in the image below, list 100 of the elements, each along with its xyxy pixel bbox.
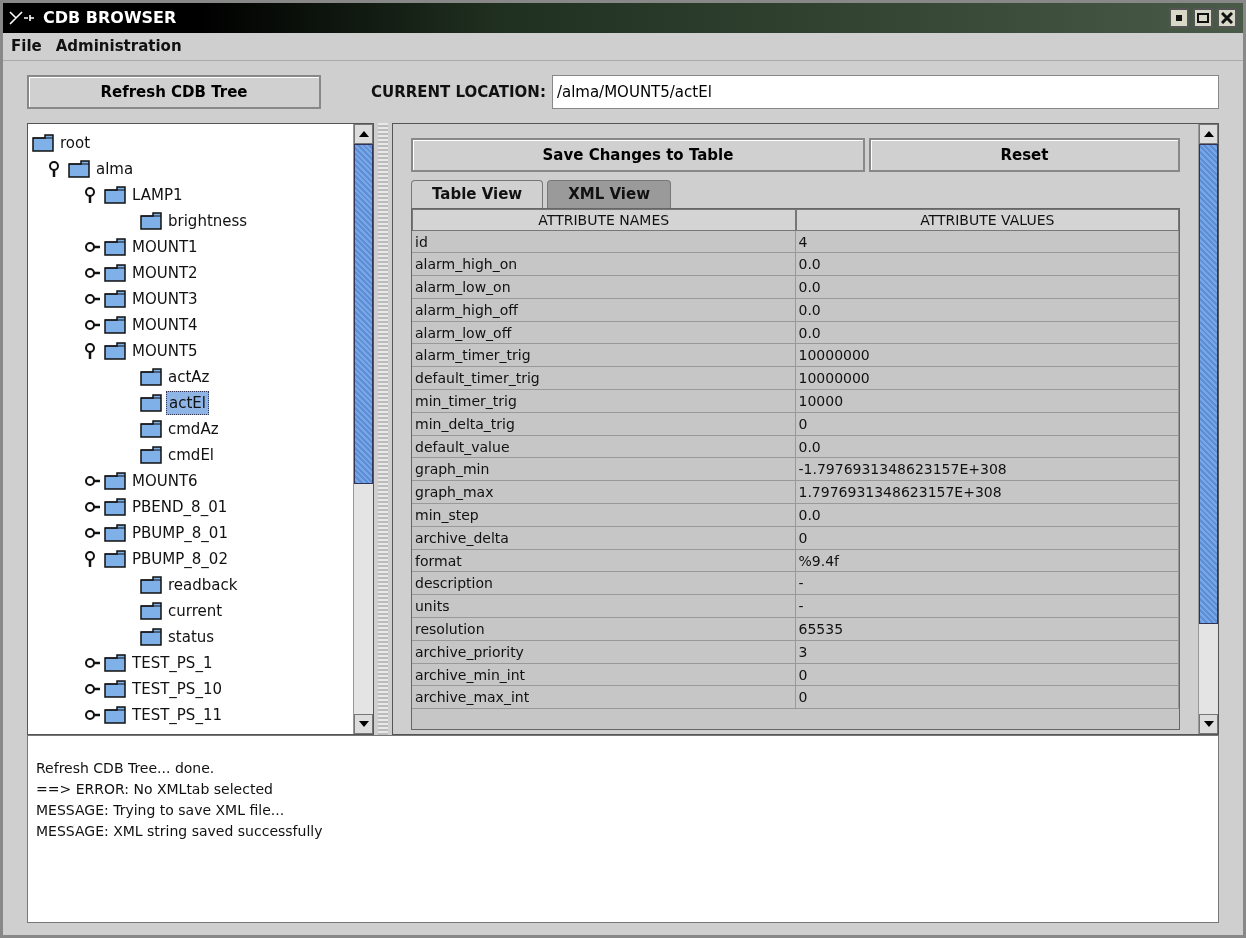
tree-node[interactable]: TEST_PS_11: [130, 703, 224, 727]
column-header[interactable]: ATTRIBUTE VALUES: [795, 208, 1179, 231]
tree-node[interactable]: actAz: [166, 365, 212, 389]
tree-node[interactable]: current: [166, 599, 225, 623]
tree-node[interactable]: PBEND_8_01: [130, 495, 230, 519]
tree-node[interactable]: PBUMP_8_01: [130, 521, 230, 545]
tree-node[interactable]: LAMP1: [130, 183, 185, 207]
table-cell[interactable]: %9.4f: [795, 549, 1179, 572]
folder-icon: [104, 290, 126, 308]
table-cell[interactable]: default_value: [412, 435, 796, 458]
table-cell[interactable]: alarm_high_on: [412, 253, 796, 276]
tab[interactable]: Table View: [411, 180, 544, 208]
tab[interactable]: XML View: [547, 180, 671, 208]
folder-icon: [104, 264, 126, 282]
table-cell[interactable]: units: [412, 595, 796, 618]
table-cell[interactable]: archive_min_int: [412, 663, 796, 686]
scrollbar[interactable]: [353, 124, 373, 734]
table-cell[interactable]: 10000000: [795, 367, 1179, 390]
scroll-thumb[interactable]: [1199, 144, 1218, 624]
tree-node[interactable]: MOUNT2: [130, 261, 200, 285]
tree-node[interactable]: MOUNT5: [130, 339, 200, 363]
scroll-down-button[interactable]: [354, 714, 373, 734]
tree-node[interactable]: MOUNT1: [130, 235, 200, 259]
close-button[interactable]: [1217, 8, 1237, 28]
table-cell[interactable]: alarm_high_off: [412, 298, 796, 321]
tree-node[interactable]: cmdAz: [166, 417, 221, 441]
tree-node[interactable]: root: [58, 131, 93, 155]
table-cell[interactable]: alarm_timer_trig: [412, 344, 796, 367]
minimize-button[interactable]: [1169, 8, 1189, 28]
app-menu-icon[interactable]: [9, 11, 35, 25]
table-cell[interactable]: 65535: [795, 618, 1179, 640]
save-button[interactable]: Save Changes to Table: [411, 138, 865, 172]
table-cell[interactable]: graph_min: [412, 458, 796, 481]
tree-node[interactable]: cmdEl: [166, 443, 217, 467]
scroll-down-button[interactable]: [1199, 714, 1218, 734]
tree-node[interactable]: actEl: [166, 390, 209, 416]
table-cell[interactable]: default_timer_trig: [412, 367, 796, 390]
table-cell[interactable]: 10000000: [795, 344, 1179, 367]
table-cell[interactable]: archive_delta: [412, 526, 796, 549]
tree-node[interactable]: MOUNT3: [130, 287, 200, 311]
scroll-up-button[interactable]: [1199, 124, 1218, 144]
tree-node[interactable]: readback: [166, 573, 240, 597]
tree-node[interactable]: PBUMP_8_02: [130, 547, 230, 571]
table-cell[interactable]: 3: [795, 640, 1179, 663]
scroll-up-button[interactable]: [354, 124, 373, 144]
table-cell[interactable]: description: [412, 572, 796, 595]
column-header[interactable]: ATTRIBUTE NAMES: [412, 208, 796, 231]
refresh-tree-button[interactable]: Refresh CDB Tree: [27, 75, 321, 109]
tree-node[interactable]: MOUNT6: [130, 469, 200, 493]
tree-node[interactable]: MOUNT4: [130, 313, 200, 337]
table-cell[interactable]: alarm_low_off: [412, 321, 796, 344]
folder-icon: [104, 654, 126, 672]
folder-icon: [104, 342, 126, 360]
up-arrow-icon: [1203, 131, 1214, 137]
table-cell[interactable]: 1.7976931348623157E+308: [795, 481, 1179, 504]
folder-icon: [104, 680, 126, 698]
scrollbar[interactable]: [1198, 124, 1218, 734]
table-cell[interactable]: 0.0: [795, 321, 1179, 344]
table-cell[interactable]: 0.0: [795, 276, 1179, 298]
table-cell[interactable]: 0: [795, 526, 1179, 549]
menu-item[interactable]: File: [11, 35, 42, 58]
table-cell[interactable]: -1.7976931348623157E+308: [795, 458, 1179, 481]
table-cell[interactable]: 0.0: [795, 435, 1179, 458]
folder-icon: [68, 160, 90, 178]
table-cell[interactable]: 0.0: [795, 253, 1179, 276]
reset-button[interactable]: Reset: [868, 138, 1180, 172]
location-field[interactable]: /alma/MOUNT5/actEl: [551, 75, 1219, 109]
table-cell[interactable]: 0.0: [795, 298, 1179, 321]
table-cell[interactable]: archive_max_int: [412, 686, 796, 709]
folder-icon: [104, 706, 126, 724]
folder-icon: [140, 212, 162, 230]
scroll-thumb[interactable]: [354, 144, 373, 484]
table-cell[interactable]: format: [412, 549, 796, 572]
table-cell[interactable]: -: [795, 572, 1179, 595]
tree-node[interactable]: status: [166, 625, 217, 649]
table-cell[interactable]: resolution: [412, 618, 796, 640]
tree-node[interactable]: TEST_PS_10: [130, 677, 224, 701]
log-line: MESSAGE: XML string saved successfully: [36, 822, 324, 841]
table-cell[interactable]: min_delta_trig: [412, 412, 796, 435]
maximize-button[interactable]: [1193, 8, 1213, 28]
table-cell[interactable]: 0.0: [795, 504, 1179, 526]
table-cell[interactable]: alarm_low_on: [412, 276, 796, 298]
table-cell[interactable]: id: [412, 230, 796, 253]
tree-node[interactable]: TEST_PS_1: [130, 651, 215, 675]
window-title: CDB BROWSER: [43, 7, 177, 29]
folder-icon: [104, 186, 126, 204]
table-cell[interactable]: 0: [795, 663, 1179, 686]
table-cell[interactable]: min_timer_trig: [412, 390, 796, 412]
tree-node[interactable]: brightness: [166, 209, 250, 233]
table-cell[interactable]: 0: [795, 412, 1179, 435]
table-cell[interactable]: 4: [795, 230, 1179, 253]
down-arrow-icon: [1203, 721, 1214, 727]
menu-item[interactable]: Administration: [55, 35, 182, 58]
table-cell[interactable]: 10000: [795, 390, 1179, 412]
table-cell[interactable]: -: [795, 595, 1179, 618]
tree-node[interactable]: alma: [94, 157, 136, 181]
table-cell[interactable]: archive_priority: [412, 640, 796, 663]
table-cell[interactable]: min_step: [412, 504, 796, 526]
table-cell[interactable]: graph_max: [412, 481, 796, 504]
table-cell[interactable]: 0: [795, 686, 1179, 709]
